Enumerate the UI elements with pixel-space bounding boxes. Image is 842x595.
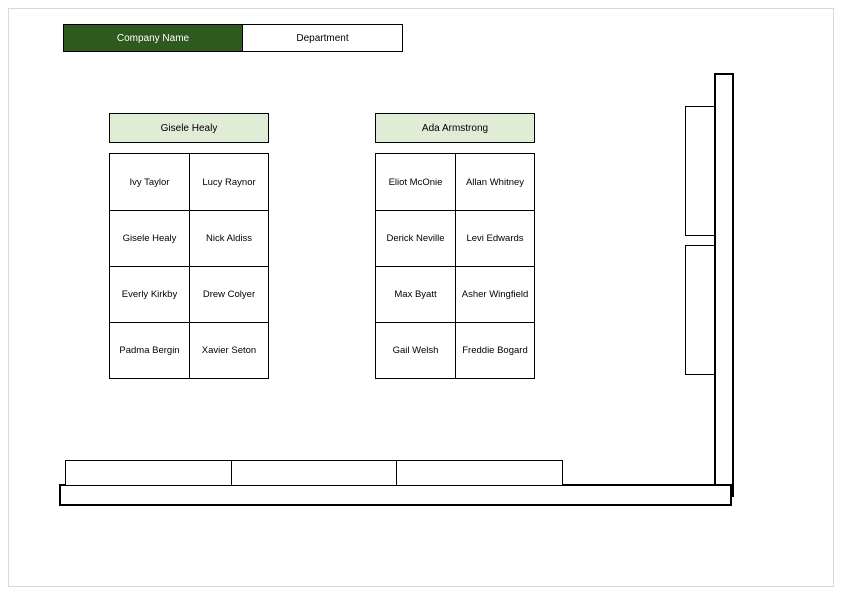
table-row: Everly Kirkby Drew Colyer	[110, 266, 268, 322]
seat-cell: Allan Whitney	[455, 154, 534, 210]
seat-cell: Levi Edwards	[455, 211, 534, 266]
group-2-header: Ada Armstrong	[375, 113, 535, 143]
seating-group-1: Gisele Healy Ivy Taylor Lucy Raynor Gise…	[109, 113, 269, 379]
seat-cell: Padma Bergin	[110, 323, 189, 378]
bottom-cell	[232, 460, 398, 486]
bottom-cell	[65, 460, 232, 486]
company-name-box: Company Name	[63, 24, 243, 52]
seat-cell: Everly Kirkby	[110, 267, 189, 322]
seat-cell: Asher Wingfield	[455, 267, 534, 322]
table-row: Ivy Taylor Lucy Raynor	[110, 154, 268, 210]
bottom-row	[65, 460, 563, 486]
right-wall-shape	[714, 73, 734, 497]
bottom-cell	[397, 460, 563, 486]
seating-group-2: Ada Armstrong Eliot McOnie Allan Whitney…	[375, 113, 535, 379]
seat-cell: Nick Aldiss	[189, 211, 268, 266]
seat-cell: Eliot McOnie	[376, 154, 455, 210]
table-row: Gail Welsh Freddie Bogard	[376, 322, 534, 378]
seat-cell: Freddie Bogard	[455, 323, 534, 378]
seat-cell: Ivy Taylor	[110, 154, 189, 210]
seat-cell: Lucy Raynor	[189, 154, 268, 210]
group-1-header: Gisele Healy	[109, 113, 269, 143]
seat-cell: Max Byatt	[376, 267, 455, 322]
table-row: Derick Neville Levi Edwards	[376, 210, 534, 266]
seat-cell: Drew Colyer	[189, 267, 268, 322]
group-1-table: Ivy Taylor Lucy Raynor Gisele Healy Nick…	[109, 153, 269, 379]
department-box: Department	[243, 24, 403, 52]
seat-cell: Gisele Healy	[110, 211, 189, 266]
table-row: Gisele Healy Nick Aldiss	[110, 210, 268, 266]
seat-cell: Gail Welsh	[376, 323, 455, 378]
bottom-wall-shape	[59, 484, 732, 506]
seat-cell: Derick Neville	[376, 211, 455, 266]
side-box-upper	[685, 106, 715, 236]
group-2-table: Eliot McOnie Allan Whitney Derick Nevill…	[375, 153, 535, 379]
header-bar: Company Name Department	[63, 24, 403, 52]
side-box-lower	[685, 245, 715, 375]
table-row: Padma Bergin Xavier Seton	[110, 322, 268, 378]
seat-cell: Xavier Seton	[189, 323, 268, 378]
seating-chart-canvas: Company Name Department Gisele Healy Ivy…	[8, 8, 834, 587]
table-row: Eliot McOnie Allan Whitney	[376, 154, 534, 210]
table-row: Max Byatt Asher Wingfield	[376, 266, 534, 322]
